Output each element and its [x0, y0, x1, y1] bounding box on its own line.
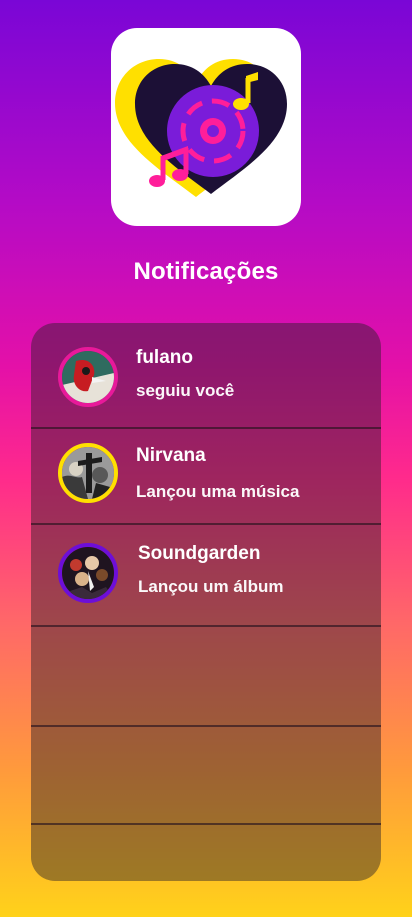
notification-name: Nirvana	[136, 445, 206, 466]
notification-message: Lançou uma música	[136, 482, 300, 501]
app-logo	[111, 28, 301, 226]
avatar	[58, 443, 118, 503]
notification-item[interactable]: Soundgarden Lançou um álbum	[31, 523, 381, 627]
notifications-panel: fulano seguiu você Nirvana Lançou uma mú…	[31, 323, 381, 881]
notification-message: seguiu você	[136, 381, 235, 400]
empty-row	[31, 823, 381, 881]
notification-name: Soundgarden	[138, 543, 261, 564]
notification-item[interactable]: Nirvana Lançou uma música	[31, 427, 381, 525]
avatar	[58, 543, 118, 603]
notification-message: Lançou um álbum	[138, 577, 284, 596]
notification-item[interactable]: fulano seguiu você	[31, 323, 381, 429]
avatar	[58, 347, 118, 407]
notification-name: fulano	[136, 347, 193, 368]
page-title: Notificações	[133, 258, 279, 285]
app-logo-heart-vinyl-icon	[115, 59, 287, 197]
empty-row	[31, 725, 381, 825]
empty-row	[31, 625, 381, 727]
